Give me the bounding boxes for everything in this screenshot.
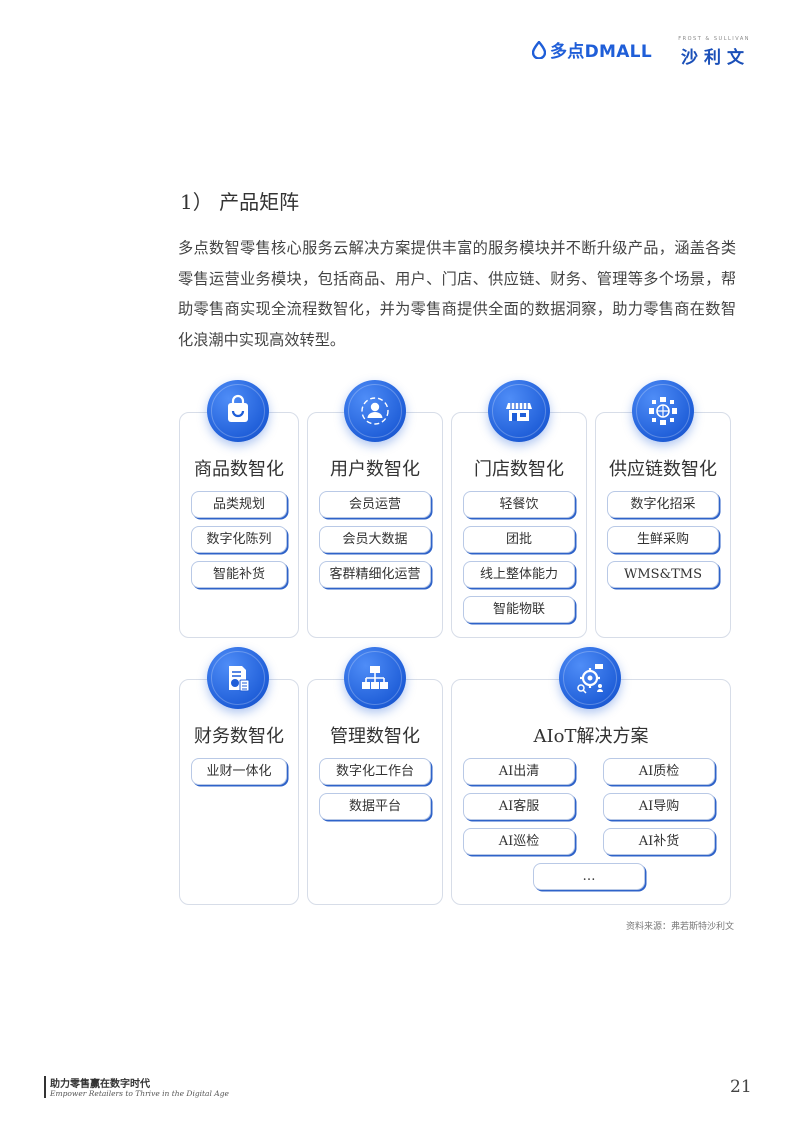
card-finance: 财务数智化 业财一体化	[179, 679, 299, 905]
pill-item: 会员运营	[319, 491, 431, 518]
card-title: 用户数智化	[330, 459, 420, 480]
card-product: 商品数智化 品类规划 数字化陈列 智能补货	[179, 412, 299, 638]
pill-item: AI导购	[603, 793, 715, 820]
pill-item: 线上整体能力	[463, 561, 575, 588]
frost-logo-small-text: FROST & SULLIVAN	[678, 36, 750, 42]
pill-item: 生鲜采购	[607, 526, 719, 553]
card-title: 供应链数智化	[609, 459, 717, 480]
pill-item: 数据平台	[319, 793, 431, 820]
pill-item: 业财一体化	[191, 758, 287, 785]
aiot-icon	[559, 647, 621, 709]
supply-chain-icon	[632, 380, 694, 442]
pill-item: 轻餐饮	[463, 491, 575, 518]
org-chart-icon	[344, 647, 406, 709]
frost-logo-text: 沙利文	[681, 48, 750, 68]
frost-sullivan-logo: FROST & SULLIVAN 沙利文	[660, 36, 750, 68]
pill-item-more: …	[533, 863, 645, 890]
intro-paragraph: 多点数智零售核心服务云解决方案提供丰富的服务模块并不断升级产品，涵盖各类零售运营…	[178, 239, 736, 349]
pill-item: 智能物联	[463, 596, 575, 623]
footer-slogan-cn: 助力零售赢在数字时代	[50, 1079, 150, 1090]
card-title: 商品数智化	[194, 459, 284, 480]
pill-item: 团批	[463, 526, 575, 553]
card-title: 门店数智化	[474, 459, 564, 480]
finance-icon	[207, 647, 269, 709]
card-title: 管理数智化	[330, 726, 420, 747]
pill-item: AI客服	[463, 793, 575, 820]
pill-item: 数字化招采	[607, 491, 719, 518]
card-store: 门店数智化 轻餐饮 团批 线上整体能力 智能物联	[451, 412, 587, 638]
pill-item: 会员大数据	[319, 526, 431, 553]
user-icon	[344, 380, 406, 442]
section-title: 1） 产品矩阵	[180, 190, 300, 214]
card-title: AIoT解决方案	[533, 726, 649, 747]
dmall-logo-text: 多点DMALL	[550, 42, 652, 62]
store-icon	[488, 380, 550, 442]
card-supply-chain: 供应链数智化 数字化招采 生鲜采购 WMS&TMS	[595, 412, 731, 638]
pill-item: AI出清	[463, 758, 575, 785]
dmall-logo: 多点DMALL	[532, 37, 652, 62]
pill-item: AI巡检	[463, 828, 575, 855]
page-number: 21	[730, 1077, 752, 1097]
pill-item: 品类规划	[191, 491, 287, 518]
card-management: 管理数智化 数字化工作台 数据平台	[307, 679, 443, 905]
pill-item: 数字化陈列	[191, 526, 287, 553]
pill-item: AI补货	[603, 828, 715, 855]
pill-item: 智能补货	[191, 561, 287, 588]
shopping-bag-icon	[207, 380, 269, 442]
card-aiot: AIoT解决方案 AI出清 AI质检 AI客服 AI导购 AI巡检 AI补货 …	[451, 679, 731, 905]
pill-item: 客群精细化运营	[319, 561, 431, 588]
footer-slogan-en: Empower Retailers to Thrive in the Digit…	[50, 1089, 229, 1098]
card-user: 用户数智化 会员运营 会员大数据 客群精细化运营	[307, 412, 443, 638]
pill-item: 数字化工作台	[319, 758, 431, 785]
drop-logo-icon	[532, 40, 546, 59]
footer-divider	[44, 1076, 46, 1098]
source-note: 资料来源：弗若斯特沙利文	[625, 922, 734, 932]
pill-item: WMS&TMS	[607, 561, 719, 588]
card-title: 财务数智化	[194, 726, 284, 747]
pill-item: AI质检	[603, 758, 715, 785]
